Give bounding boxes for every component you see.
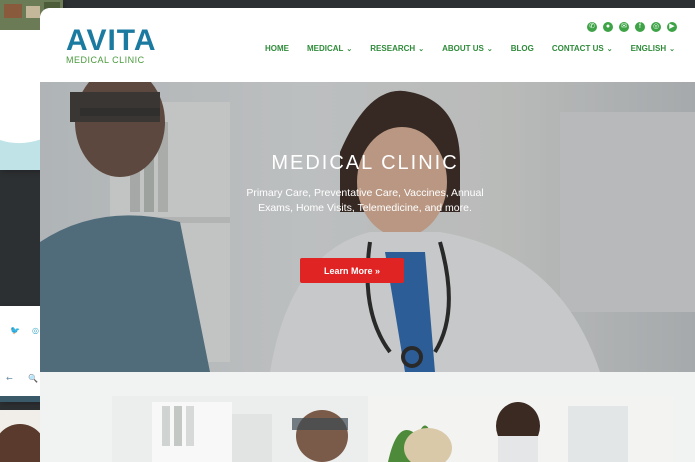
social-icons: ✆ ● ✉ f ◎ ▶	[587, 22, 677, 32]
nav-home[interactable]: HOME	[265, 44, 289, 53]
learn-more-button[interactable]: Learn More »	[300, 258, 404, 283]
nav-research[interactable]: RESEARCH ⌄	[370, 44, 424, 53]
nav-contact-label: CONTACT US	[551, 44, 604, 53]
site-header: AVITA MEDICAL CLINIC ✆ ● ✉ f ◎ ▶ HOME ME…	[40, 8, 695, 82]
hero-text: Primary Care, Preventative Care, Vaccine…	[246, 187, 484, 214]
nav-medical-label: MEDICAL	[306, 44, 344, 53]
hero-section: MEDICAL CLINIC Primary Care, Preventativ…	[40, 82, 695, 372]
chevron-down-icon: ⌄	[418, 46, 425, 53]
logo-main: AVITA	[66, 24, 157, 57]
instagram-icon[interactable]: ◎	[32, 326, 39, 335]
main-nav: HOME MEDICAL ⌄ RESEARCH ⌄ ABOUT US ⌄ BLOG C…	[265, 44, 675, 53]
nav-blog-label: BLOG	[510, 44, 534, 53]
nav-medical[interactable]: MEDICAL ⌄	[307, 44, 352, 53]
facebook-icon[interactable]: f	[635, 22, 645, 32]
nav-about-us[interactable]: ABOUT US ⌄	[442, 44, 493, 53]
nav-blog[interactable]: BLOG	[511, 44, 534, 53]
instagram-icon[interactable]: ◎	[651, 22, 661, 32]
map-pin-icon[interactable]: ●	[603, 22, 613, 32]
mail-icon[interactable]: ✉	[619, 22, 629, 32]
website-screenshot: AVITA MEDICAL CLINIC ✆ ● ✉ f ◎ ▶ HOME ME…	[40, 8, 695, 462]
image-card-right[interactable]	[368, 396, 673, 462]
youtube-icon[interactable]: ▶	[667, 22, 677, 32]
phone-icon[interactable]: ✆	[587, 22, 597, 32]
logo-sub: MEDICAL CLINIC	[66, 55, 145, 65]
card-left-image	[112, 396, 412, 462]
twitter-icon[interactable]: 🐦	[10, 326, 20, 335]
nav-about-label: ABOUT US	[442, 44, 484, 53]
image-card-left[interactable]	[112, 396, 412, 462]
hero-title: MEDICAL CLINIC	[271, 152, 459, 174]
logo[interactable]: AVITA MEDICAL CLINIC	[66, 24, 157, 66]
back-arrow-icon[interactable]: ←	[6, 374, 13, 383]
nav-contact-us[interactable]: CONTACT US ⌄	[552, 44, 613, 53]
chevron-down-icon: ⌄	[486, 46, 493, 53]
nav-home-label: HOME	[264, 44, 289, 53]
nav-language-label: ENGLISH	[630, 44, 667, 53]
chevron-down-icon: ⌄	[669, 46, 675, 53]
nav-language[interactable]: ENGLISH ⌄	[631, 44, 675, 53]
search-icon[interactable]: 🔍	[28, 374, 38, 383]
nav-research-label: RESEARCH	[370, 44, 416, 53]
chevron-down-icon: ⌄	[346, 46, 353, 53]
hero-overlay	[40, 82, 695, 372]
chevron-down-icon: ⌄	[606, 46, 613, 53]
card-right-image	[368, 396, 673, 462]
